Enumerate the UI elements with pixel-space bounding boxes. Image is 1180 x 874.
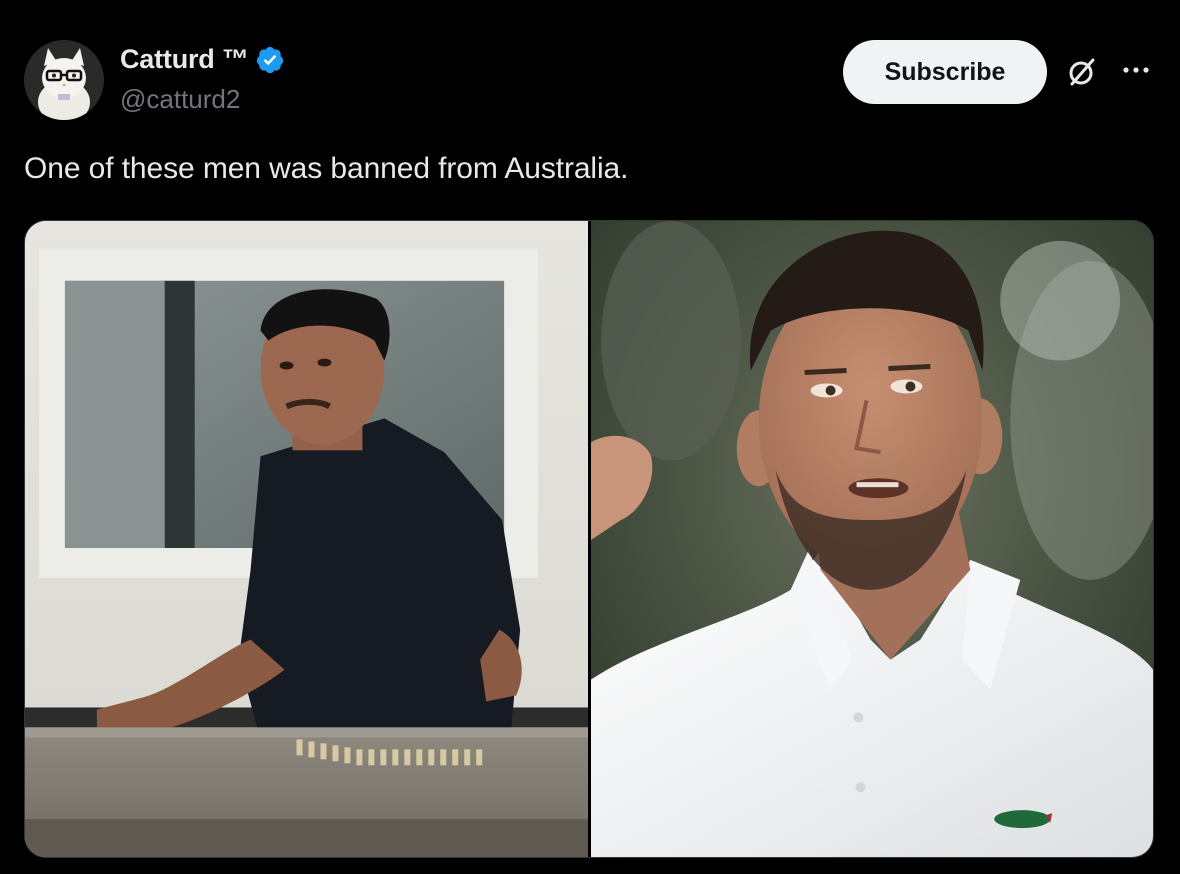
subscribe-button[interactable]: Subscribe — [843, 40, 1047, 104]
cat-avatar-image — [24, 40, 104, 120]
rooftop-man-photo — [25, 221, 588, 857]
more-dots-icon[interactable] — [1116, 55, 1156, 85]
author-name-row[interactable]: Catturd ™ — [120, 44, 285, 75]
tennis-player-photo — [591, 221, 1153, 857]
avatar[interactable] — [24, 40, 104, 120]
verified-badge-icon — [255, 45, 285, 75]
media-image-right[interactable] — [591, 221, 1153, 857]
media-grid — [24, 220, 1154, 858]
grok-slash-circle-icon[interactable] — [1062, 52, 1102, 92]
media-image-left[interactable] — [25, 221, 588, 857]
tweet: Catturd ™ @catturd2 Subscribe One of the… — [0, 0, 1180, 874]
author-display-name[interactable]: Catturd ™ — [120, 44, 249, 75]
post-text: One of these men was banned from Austral… — [24, 152, 629, 185]
author-handle[interactable]: @catturd2 — [120, 84, 240, 115]
